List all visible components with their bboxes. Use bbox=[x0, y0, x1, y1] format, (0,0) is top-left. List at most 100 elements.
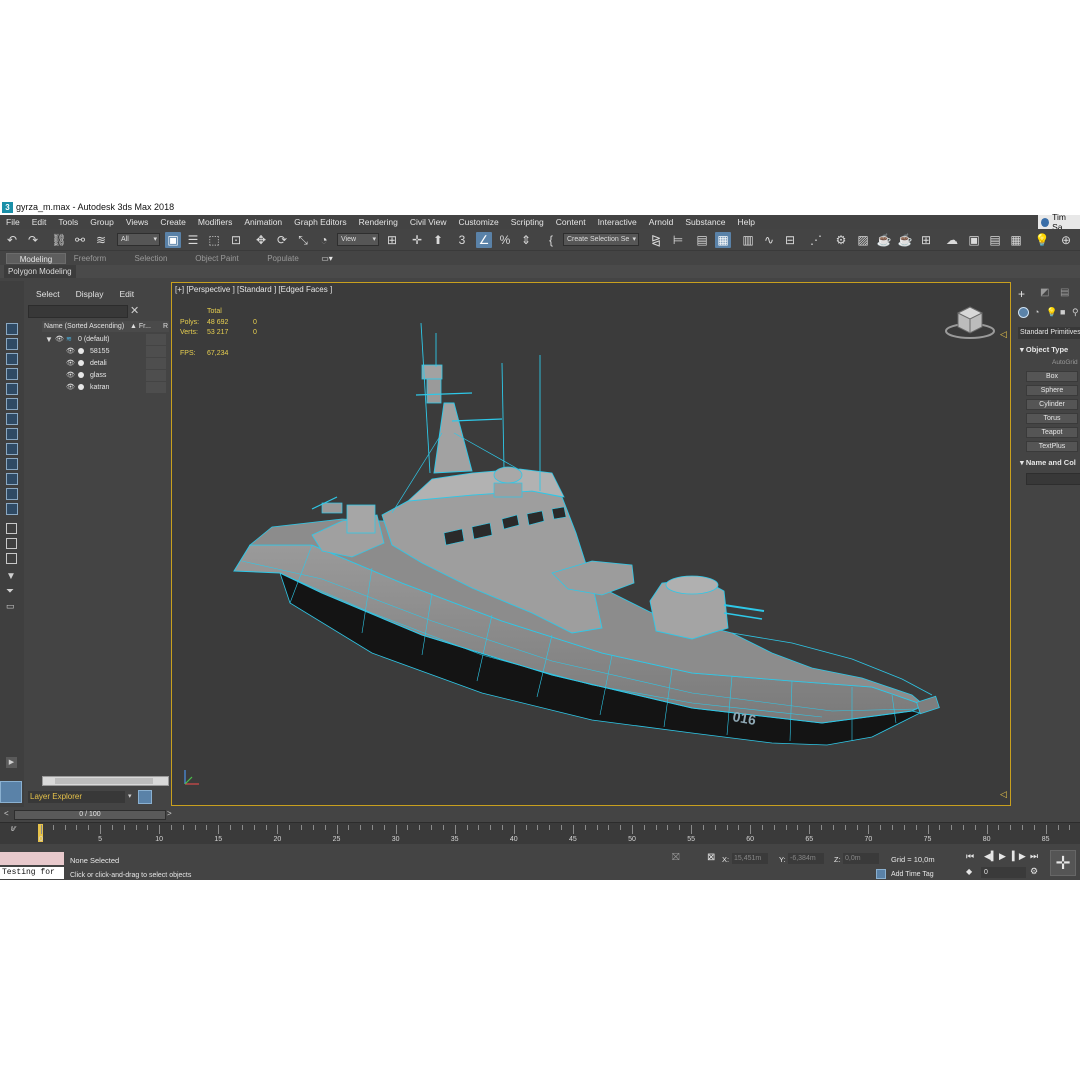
bind-space-warp-icon[interactable]: ≋ bbox=[93, 232, 109, 248]
display-containers-icon[interactable] bbox=[6, 473, 18, 485]
menu-file[interactable]: File bbox=[6, 217, 20, 227]
maxscript-mini-listener[interactable] bbox=[0, 852, 64, 865]
menu-create[interactable]: Create bbox=[160, 217, 186, 227]
explorer-type-dropdown[interactable]: Layer Explorer bbox=[28, 791, 125, 803]
eye-icon[interactable]: 👁 bbox=[55, 334, 64, 345]
menu-arnold[interactable]: Arnold bbox=[649, 217, 674, 227]
menu-modifiers[interactable]: Modifiers bbox=[198, 217, 232, 227]
placement-icon[interactable]: ◔ bbox=[316, 232, 332, 248]
next-frame-icon[interactable]: > bbox=[167, 809, 172, 818]
tab-object-paint[interactable]: Object Paint bbox=[186, 253, 248, 264]
hierarchy-tab-icon[interactable]: ▤ bbox=[1060, 287, 1069, 298]
toggle-scene-explorer-icon[interactable]: ▤ bbox=[694, 232, 710, 248]
menu-customize[interactable]: Customize bbox=[459, 217, 499, 227]
x-coordinate-field[interactable]: 15,451m bbox=[732, 853, 768, 864]
autogrid-checkbox[interactable]: AutoGrid bbox=[1052, 359, 1078, 366]
unlink-icon[interactable]: ⚯ bbox=[72, 232, 88, 248]
schematic-view-icon[interactable]: ⊟ bbox=[782, 232, 798, 248]
menu-interactive[interactable]: Interactive bbox=[598, 217, 637, 227]
display-bones-icon[interactable] bbox=[6, 458, 18, 470]
menu-help[interactable]: Help bbox=[738, 217, 755, 227]
undo-icon[interactable]: ↶ bbox=[4, 232, 20, 248]
torus-button[interactable]: Torus bbox=[1026, 413, 1078, 424]
track-bar[interactable]: ℓ∕⁄ 0 5 10 15 20 25 30 35 40 45 50 55 60 65 70 75 80 85 bbox=[0, 822, 1080, 844]
explorer-menu-display[interactable]: Display bbox=[76, 289, 104, 299]
menu-group[interactable]: Group bbox=[90, 217, 114, 227]
a360-gallery-icon[interactable]: ☁ bbox=[944, 232, 960, 248]
snaps-toggle-icon[interactable]: 3 bbox=[454, 232, 470, 248]
time-slider[interactable]: 0 / 100 bbox=[14, 810, 166, 820]
frozen-cell[interactable] bbox=[146, 346, 166, 357]
menu-substance[interactable]: Substance bbox=[685, 217, 725, 227]
menu-edit[interactable]: Edit bbox=[32, 217, 47, 227]
previous-frame-icon[interactable]: ◀▍ bbox=[984, 851, 998, 862]
display-particles-icon[interactable] bbox=[6, 488, 18, 500]
display-all-icon[interactable] bbox=[6, 523, 17, 534]
play-icon[interactable]: ▶ bbox=[999, 851, 1006, 862]
eye-icon[interactable]: 👁 bbox=[66, 358, 75, 369]
scrollbar-thumb[interactable] bbox=[55, 778, 153, 784]
tab-populate[interactable]: Populate bbox=[258, 253, 308, 264]
curve-editor-icon[interactable]: ∿ bbox=[761, 232, 777, 248]
select-none-icon[interactable] bbox=[6, 323, 18, 335]
column-frozen[interactable]: ▲ Fr... bbox=[130, 321, 151, 332]
toggle-ribbon-icon[interactable]: ▥ bbox=[740, 232, 756, 248]
polygon-modeling-panel[interactable]: Polygon Modeling bbox=[4, 265, 76, 278]
menu-animation[interactable]: Animation bbox=[244, 217, 282, 227]
edit-named-selection-icon[interactable]: { bbox=[543, 232, 559, 248]
rotate-icon[interactable]: ⟳ bbox=[274, 232, 290, 248]
lights-icon[interactable]: 💡 bbox=[1046, 307, 1057, 318]
ribbon-options-icon[interactable]: ▭▾ bbox=[318, 253, 336, 264]
select-object-icon[interactable]: ▣ bbox=[165, 232, 181, 248]
create-tab-icon[interactable]: + bbox=[1018, 287, 1025, 301]
render-iterative-icon[interactable]: ☕ bbox=[897, 232, 913, 248]
menu-tools[interactable]: Tools bbox=[58, 217, 78, 227]
category-dropdown[interactable]: Standard Primitives bbox=[1018, 327, 1080, 339]
ship-model[interactable]: 016 bbox=[172, 283, 1011, 806]
chevron-down-icon[interactable]: ▾ bbox=[128, 792, 132, 800]
display-visible-icon[interactable] bbox=[6, 503, 18, 515]
menu-content[interactable]: Content bbox=[556, 217, 586, 227]
link-icon[interactable]: ⛓ bbox=[51, 232, 67, 248]
explorer-mode-button[interactable] bbox=[0, 781, 22, 803]
display-invert-icon[interactable] bbox=[6, 553, 17, 564]
list-item[interactable]: 👁 glass bbox=[42, 370, 169, 381]
y-coordinate-field[interactable]: -6,384m bbox=[788, 853, 824, 864]
render-setup-icon[interactable]: ⚙ bbox=[833, 232, 849, 248]
display-geometry-icon[interactable] bbox=[6, 338, 18, 350]
layer-explorer-button[interactable] bbox=[138, 790, 152, 804]
helpers-icon[interactable]: ⚲ bbox=[1072, 307, 1079, 318]
next-key-icon[interactable]: ▍▶ bbox=[1012, 851, 1026, 862]
cylinder-button[interactable]: Cylinder bbox=[1026, 399, 1078, 410]
collapse-arrow-icon[interactable]: ▼ bbox=[45, 334, 53, 345]
funnel-icon[interactable]: ⏷ bbox=[6, 586, 17, 597]
display-groups-icon[interactable] bbox=[6, 428, 18, 440]
toggle-layer-explorer-icon[interactable]: ▦ bbox=[715, 232, 731, 248]
rendered-frame-window-icon[interactable]: ▨ bbox=[855, 232, 871, 248]
scale-icon[interactable]: ⤡ bbox=[295, 232, 311, 248]
textplus-button[interactable]: TextPlus bbox=[1026, 441, 1078, 452]
frozen-cell[interactable] bbox=[146, 334, 166, 345]
sphere-button[interactable]: Sphere bbox=[1026, 385, 1078, 396]
selection-lock-icon[interactable]: ⊠ bbox=[707, 852, 715, 863]
menu-rendering[interactable]: Rendering bbox=[359, 217, 398, 227]
key-mode-icon[interactable]: ◆ bbox=[966, 867, 972, 876]
menu-views[interactable]: Views bbox=[126, 217, 149, 227]
z-coordinate-field[interactable]: 0,0m bbox=[843, 853, 879, 864]
go-to-start-icon[interactable]: ⏮ bbox=[966, 851, 974, 862]
time-tag-icon[interactable] bbox=[876, 869, 886, 879]
pivot-center-icon[interactable]: ⊞ bbox=[384, 232, 400, 248]
align-icon[interactable]: ⊨ bbox=[670, 232, 686, 248]
viewport-arrow-icon[interactable]: ◁ bbox=[1000, 789, 1007, 800]
frozen-cell[interactable] bbox=[146, 358, 166, 369]
prev-frame-icon[interactable]: < bbox=[4, 809, 9, 818]
render-in-cloud-icon[interactable]: ⊞ bbox=[918, 232, 934, 248]
object-name-input[interactable] bbox=[1026, 473, 1080, 485]
box-button[interactable]: Box bbox=[1026, 371, 1078, 382]
eye-icon[interactable]: 👁 bbox=[66, 382, 75, 393]
column-render[interactable]: R bbox=[163, 321, 168, 332]
mini-curve-editor-icon[interactable]: ℓ∕⁄ bbox=[11, 826, 16, 833]
isolate-selection-icon[interactable]: ⛝ bbox=[672, 852, 680, 863]
open-autodesk-icon[interactable]: ▣ bbox=[966, 232, 982, 248]
add-time-tag-button[interactable]: Add Time Tag bbox=[891, 871, 934, 878]
